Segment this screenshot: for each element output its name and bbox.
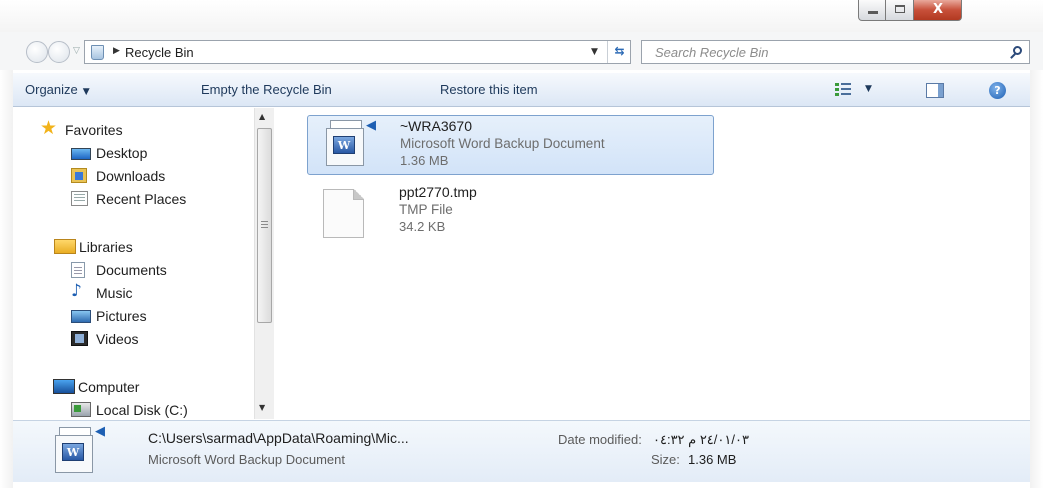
search-placeholder[interactable]: Search Recycle Bin (655, 45, 768, 60)
scroll-down-icon[interactable]: ▼ (259, 403, 265, 412)
breadcrumb-chevron-icon[interactable]: ▶ (113, 46, 120, 56)
documents-icon (71, 262, 85, 278)
file-size: 34.2 KB (399, 219, 446, 234)
nav-pictures-label: Pictures (96, 308, 147, 324)
empty-recycle-bin-button[interactable]: Empty the Recycle Bin (201, 82, 332, 97)
back-button[interactable] (26, 41, 48, 63)
nav-local-disk-label: Local Disk (C:) (96, 402, 188, 418)
file-item-ppt2770[interactable]: ppt2770.tmp TMP File 34.2 KB (307, 182, 607, 242)
size-label: Size: (651, 452, 680, 467)
desktop-icon (71, 148, 91, 160)
details-file-type: Microsoft Word Backup Document (148, 452, 345, 467)
address-bar[interactable]: ▶ Recycle Bin ▼ ⇆ (84, 40, 631, 64)
scroll-up-icon[interactable]: ▲ (259, 112, 265, 121)
organize-label: Organize (25, 82, 78, 97)
details-file-path: C:\Users\sarmad\AppData\Roaming\Mic... (148, 430, 409, 446)
details-pane: W ◀ C:\Users\sarmad\AppData\Roaming\Mic.… (13, 420, 1030, 482)
nav-music-label: Music (96, 285, 133, 301)
computer-icon (53, 379, 75, 394)
scrollbar-grip (261, 221, 268, 228)
recent-places-icon (71, 191, 88, 206)
nav-computer-label: Computer (78, 379, 140, 395)
close-icon: X (932, 2, 944, 17)
scrollbar-thumb[interactable] (257, 128, 272, 323)
navigation-scrollbar[interactable]: ▲ ▼ (254, 108, 274, 419)
address-row: ▽ ▶ Recycle Bin ▼ ⇆ Search Recycle Bin (0, 32, 1043, 70)
chevron-down-icon: ▼ (82, 87, 90, 97)
view-options-dropdown-icon[interactable]: ▼ (865, 84, 872, 94)
address-dropdown-icon[interactable]: ▼ (591, 47, 598, 57)
nav-recent-places-label: Recent Places (96, 191, 187, 207)
nav-documents-label: Documents (96, 262, 167, 278)
downloads-folder-icon (71, 168, 87, 183)
explorer-window: X ▽ ▶ Recycle Bin ▼ ⇆ Search Recycle Bin… (0, 0, 1043, 488)
close-button[interactable]: X (914, 0, 962, 21)
window-frame-left (0, 32, 13, 488)
nav-favorites-label: Favorites (65, 122, 123, 138)
forward-button[interactable] (48, 41, 70, 63)
navigation-pane: ★ Favorites Desktop Downloads Recent Pla… (13, 107, 250, 419)
size-value: 1.36 MB (688, 452, 737, 467)
nav-videos-label: Videos (96, 331, 139, 347)
minimize-button[interactable] (858, 0, 886, 21)
star-icon: ★ (40, 117, 58, 139)
word-backup-icon: W ◀ (320, 118, 378, 168)
file-item-wra3670[interactable]: W ◀ ~WRA3670 Microsoft Word Backup Docum… (307, 115, 714, 175)
restore-item-button[interactable]: Restore this item (440, 82, 538, 97)
file-type: Microsoft Word Backup Document (400, 136, 605, 151)
date-modified-label: Date modified: (558, 432, 642, 447)
nav-downloads-label: Downloads (96, 168, 166, 184)
blank-file-icon (323, 189, 364, 238)
date-modified-value: ٢٤/٠١/٠٣ م ٠٤:٣٢ (653, 432, 749, 447)
minimize-icon (868, 11, 878, 14)
search-icon[interactable] (1013, 46, 1022, 55)
command-bar: Organize ▼ Empty the Recycle Bin Restore … (13, 72, 1030, 107)
search-box[interactable]: Search Recycle Bin (641, 40, 1030, 64)
videos-icon (71, 331, 88, 346)
maximize-icon (895, 5, 905, 13)
title-bar: X (0, 0, 1043, 32)
preview-pane-icon[interactable] (926, 83, 944, 98)
breadcrumb-recycle-bin[interactable]: Recycle Bin (125, 45, 194, 60)
file-size: 1.36 MB (400, 153, 449, 168)
recent-pages-dropdown-icon[interactable]: ▽ (73, 46, 80, 56)
refresh-icon[interactable]: ⇆ (607, 41, 631, 63)
word-backup-icon: W ◀ (47, 424, 107, 475)
pictures-icon (71, 310, 91, 323)
change-view-icon[interactable] (835, 83, 851, 97)
file-type: TMP File (399, 202, 453, 217)
libraries-icon (54, 239, 76, 254)
help-icon[interactable]: ? (989, 82, 1006, 99)
maximize-button[interactable] (886, 0, 914, 21)
music-icon: ♪ (71, 281, 82, 301)
local-disk-icon (71, 402, 91, 417)
organize-button[interactable]: Organize ▼ (25, 82, 90, 97)
recycle-bin-icon (91, 45, 104, 60)
file-name: ~WRA3670 (400, 118, 472, 134)
nav-desktop-label: Desktop (96, 145, 148, 161)
window-frame-right (1030, 32, 1043, 488)
file-name: ppt2770.tmp (399, 184, 477, 200)
nav-libraries-label: Libraries (79, 239, 133, 255)
